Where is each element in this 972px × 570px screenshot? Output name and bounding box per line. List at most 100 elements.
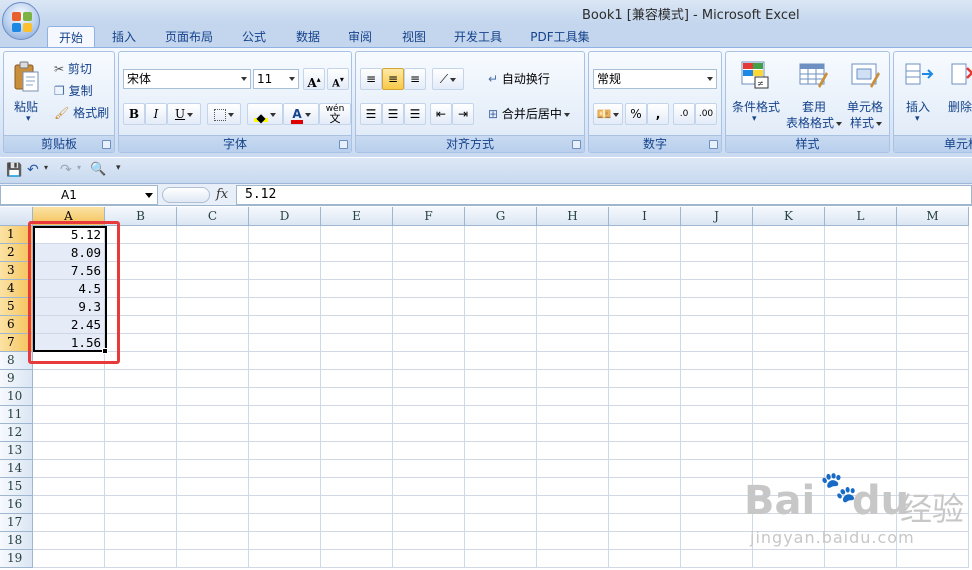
cell-c8[interactable] bbox=[177, 352, 249, 370]
cell-l3[interactable] bbox=[825, 262, 897, 280]
cell-g5[interactable] bbox=[465, 298, 537, 316]
customize-qat-icon[interactable]: ▾ bbox=[116, 163, 121, 173]
cell-e17[interactable] bbox=[321, 514, 393, 532]
cell-i8[interactable] bbox=[609, 352, 681, 370]
cell-k5[interactable] bbox=[753, 298, 825, 316]
cell-a14[interactable] bbox=[33, 460, 105, 478]
cell-h14[interactable] bbox=[537, 460, 609, 478]
cut-button[interactable]: ✂ 剪切 bbox=[54, 60, 92, 77]
cell-l7[interactable] bbox=[825, 334, 897, 352]
table-format-label-1[interactable]: 套用 bbox=[802, 98, 826, 115]
row-header-18[interactable]: 18 bbox=[0, 532, 33, 550]
cell-g19[interactable] bbox=[465, 550, 537, 568]
cell-f13[interactable] bbox=[393, 442, 465, 460]
merge-center-button[interactable]: ⊞ 合并后居中 bbox=[488, 105, 570, 122]
cell-h4[interactable] bbox=[537, 280, 609, 298]
font-size-combo[interactable]: 11 bbox=[253, 69, 299, 89]
bold-button[interactable]: B bbox=[123, 103, 145, 125]
cell-styles-label-1[interactable]: 单元格 bbox=[847, 98, 883, 115]
cell-h9[interactable] bbox=[537, 370, 609, 388]
cell-e8[interactable] bbox=[321, 352, 393, 370]
cell-k4[interactable] bbox=[753, 280, 825, 298]
cell-b3[interactable] bbox=[105, 262, 177, 280]
cell-m12[interactable] bbox=[897, 424, 969, 442]
cell-f3[interactable] bbox=[393, 262, 465, 280]
cell-i13[interactable] bbox=[609, 442, 681, 460]
cell-d10[interactable] bbox=[249, 388, 321, 406]
cell-i3[interactable] bbox=[609, 262, 681, 280]
cell-i5[interactable] bbox=[609, 298, 681, 316]
cell-l13[interactable] bbox=[825, 442, 897, 460]
cell-e4[interactable] bbox=[321, 280, 393, 298]
tab-pdf-tools[interactable]: PDF工具集 bbox=[522, 26, 598, 48]
cell-b6[interactable] bbox=[105, 316, 177, 334]
cell-k11[interactable] bbox=[753, 406, 825, 424]
italic-button[interactable]: I bbox=[145, 103, 167, 125]
cell-c14[interactable] bbox=[177, 460, 249, 478]
decrease-decimal-icon[interactable]: .00 bbox=[695, 103, 717, 125]
cell-i16[interactable] bbox=[609, 496, 681, 514]
cell-g17[interactable] bbox=[465, 514, 537, 532]
align-top-icon[interactable]: ≡ bbox=[360, 68, 382, 90]
cell-g16[interactable] bbox=[465, 496, 537, 514]
column-header-l[interactable]: L bbox=[825, 207, 897, 226]
cell-j2[interactable] bbox=[681, 244, 753, 262]
cell-k19[interactable] bbox=[753, 550, 825, 568]
cell-m18[interactable] bbox=[897, 532, 969, 550]
cell-f15[interactable] bbox=[393, 478, 465, 496]
column-header-i[interactable]: I bbox=[609, 207, 681, 226]
orientation-icon[interactable]: ⟋ bbox=[432, 68, 464, 90]
formula-input[interactable]: 5.12 bbox=[236, 185, 972, 205]
cell-c9[interactable] bbox=[177, 370, 249, 388]
cell-b8[interactable] bbox=[105, 352, 177, 370]
tab-developer[interactable]: 开发工具 bbox=[446, 26, 510, 48]
cell-b5[interactable] bbox=[105, 298, 177, 316]
cell-g7[interactable] bbox=[465, 334, 537, 352]
cell-d1[interactable] bbox=[249, 226, 321, 244]
cell-m14[interactable] bbox=[897, 460, 969, 478]
paste-dropdown-icon[interactable]: ▾ bbox=[26, 114, 31, 124]
tab-insert[interactable]: 插入 bbox=[100, 26, 148, 48]
cell-m15[interactable] bbox=[897, 478, 969, 496]
number-launcher-icon[interactable] bbox=[709, 140, 718, 149]
cell-b10[interactable] bbox=[105, 388, 177, 406]
cell-g2[interactable] bbox=[465, 244, 537, 262]
cell-g15[interactable] bbox=[465, 478, 537, 496]
cell-l17[interactable] bbox=[825, 514, 897, 532]
column-header-k[interactable]: K bbox=[753, 207, 825, 226]
cell-d7[interactable] bbox=[249, 334, 321, 352]
cell-styles-button[interactable]: 样式 bbox=[850, 114, 883, 131]
cell-a4[interactable]: 4.5 bbox=[33, 280, 105, 298]
office-button[interactable] bbox=[2, 2, 40, 40]
row-header-11[interactable]: 11 bbox=[0, 406, 33, 424]
cell-b9[interactable] bbox=[105, 370, 177, 388]
cell-d12[interactable] bbox=[249, 424, 321, 442]
cell-k1[interactable] bbox=[753, 226, 825, 244]
cell-e18[interactable] bbox=[321, 532, 393, 550]
cell-j15[interactable] bbox=[681, 478, 753, 496]
conditional-format-icon[interactable]: ≠ bbox=[740, 60, 770, 90]
cell-i12[interactable] bbox=[609, 424, 681, 442]
cell-g9[interactable] bbox=[465, 370, 537, 388]
cell-i11[interactable] bbox=[609, 406, 681, 424]
cell-b1[interactable] bbox=[105, 226, 177, 244]
row-header-10[interactable]: 10 bbox=[0, 388, 33, 406]
cell-e19[interactable] bbox=[321, 550, 393, 568]
cell-k6[interactable] bbox=[753, 316, 825, 334]
tab-formulas[interactable]: 公式 bbox=[232, 26, 276, 48]
tab-page-layout[interactable]: 页面布局 bbox=[156, 26, 222, 48]
cell-j1[interactable] bbox=[681, 226, 753, 244]
font-launcher-icon[interactable] bbox=[339, 140, 348, 149]
align-right-icon[interactable]: ☰ bbox=[404, 103, 426, 125]
cell-a5[interactable]: 9.3 bbox=[33, 298, 105, 316]
cell-e5[interactable] bbox=[321, 298, 393, 316]
cell-g11[interactable] bbox=[465, 406, 537, 424]
undo-icon[interactable]: ↶ bbox=[27, 162, 39, 178]
shrink-font-icon[interactable]: A▾ bbox=[327, 68, 349, 90]
row-header-19[interactable]: 19 bbox=[0, 550, 33, 568]
cell-f7[interactable] bbox=[393, 334, 465, 352]
cell-l1[interactable] bbox=[825, 226, 897, 244]
cell-f19[interactable] bbox=[393, 550, 465, 568]
row-header-14[interactable]: 14 bbox=[0, 460, 33, 478]
row-header-1[interactable]: 1 bbox=[0, 226, 33, 244]
